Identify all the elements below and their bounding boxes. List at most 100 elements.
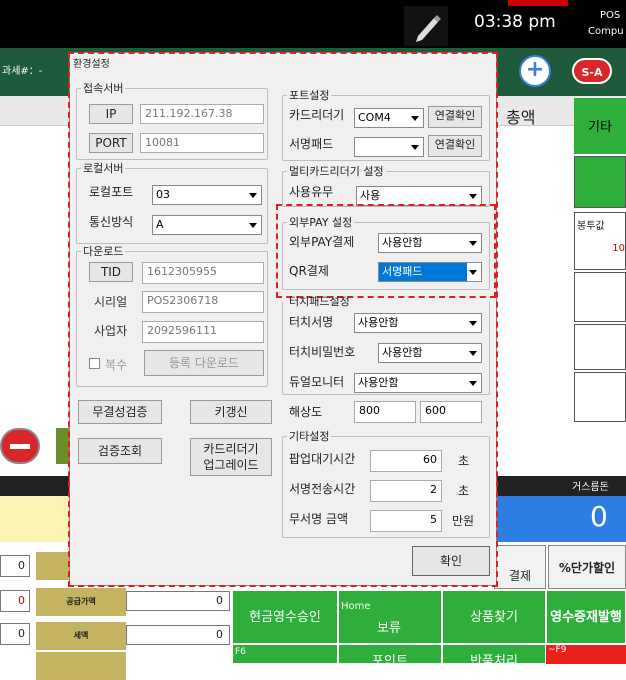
no-sign-amount-label: 무서명 금액 [289, 512, 349, 526]
multi-checkbox[interactable] [89, 358, 100, 369]
external-pay-label: 외부PAY결제 [289, 235, 355, 249]
port-button[interactable]: PORT [89, 133, 133, 153]
sign-transmit-field[interactable]: 2 [370, 480, 442, 502]
cash-receipt-button[interactable]: 현금영수승인 [232, 590, 338, 644]
tax-amount-label: 세액 [36, 622, 126, 650]
hold-label: 보류 [377, 621, 401, 636]
popup-wait-field[interactable]: 60 [370, 450, 442, 472]
tax-label: 과세#：- [2, 66, 43, 77]
left-value[interactable]: 0 [0, 623, 30, 645]
comm-mode-label: 통신방식 [89, 215, 134, 229]
remove-button[interactable] [0, 428, 40, 464]
total-header: 총액 [506, 108, 536, 127]
side-box[interactable] [574, 324, 626, 370]
external-pay-select[interactable]: 사용안함 [378, 233, 482, 253]
local-server-legend: 로컬서버 [83, 162, 124, 175]
touch-pin-label: 터치비밀번호 [289, 345, 356, 359]
verify-query-button[interactable]: 검증조회 [78, 438, 162, 464]
resolution-label: 해상도 [289, 405, 323, 419]
etc-button[interactable]: 기타 [574, 98, 626, 154]
change-label: 거스름돈 [572, 482, 609, 493]
resolution-height-field[interactable]: 600 [420, 401, 482, 423]
bag-fee-label: 봉투값 [577, 221, 605, 232]
sa-button[interactable]: S-A [572, 58, 612, 84]
percent-discount-button[interactable]: %단가할인 [548, 545, 626, 589]
sign-transmit-unit: 초 [458, 484, 470, 498]
tid-button[interactable]: TID [89, 262, 133, 282]
card-upgrade-line2: 업그레이드 [203, 458, 259, 472]
side-box[interactable] [574, 272, 626, 322]
touch-sign-select[interactable]: 사용안함 [354, 313, 482, 333]
qr-pay-select[interactable]: 서명패드 [378, 262, 482, 282]
reissue-receipt-button[interactable]: 영수증재발행 [546, 590, 626, 644]
f6-button[interactable]: F6 [232, 644, 338, 664]
qr-pay-label: QR결제 [289, 264, 329, 278]
brand-text-2: Compu [588, 26, 624, 37]
etc-legend: 기타설정 [289, 430, 330, 443]
dual-monitor-select[interactable]: 사용안함 [354, 373, 482, 393]
biz-field[interactable]: 2092596111 [142, 321, 264, 343]
f9-button[interactable]: ~F9 [546, 645, 626, 664]
multi-card-use-select[interactable]: 사용 [356, 186, 482, 206]
tid-field[interactable]: 1612305955 [142, 262, 264, 284]
no-sign-amount-unit: 만원 [452, 514, 475, 528]
touch-pad-legend: 터치패드설정 [289, 295, 350, 308]
dialog-title: 환경설정 [73, 59, 110, 70]
multi-card-use-label: 사용유무 [289, 185, 334, 199]
point-button[interactable]: 포인트 [338, 644, 442, 669]
serial-field[interactable]: POS2306718 [142, 291, 264, 313]
card-reader-port-select[interactable]: COM4 [354, 108, 424, 128]
sign-pad-port-select[interactable] [354, 137, 424, 157]
left-value[interactable]: 0 [0, 555, 30, 577]
add-button[interactable]: + [519, 55, 551, 87]
resolution-width-field[interactable]: 800 [354, 401, 416, 423]
return-button[interactable]: 반품처리 [442, 644, 546, 669]
serial-label: 시리얼 [94, 295, 128, 309]
port-settings-legend: 포트설정 [289, 89, 330, 102]
comm-mode-select[interactable]: A [152, 215, 262, 235]
olive-row [36, 652, 126, 680]
top-accent [508, 0, 568, 6]
bag-fee-box[interactable]: 봉투값 10 [574, 212, 626, 270]
integrity-check-button[interactable]: 무결성검증 [78, 400, 162, 424]
dual-monitor-label: 듀얼모니터 [289, 375, 345, 389]
card-upgrade-line1: 카드리더기 [203, 442, 259, 456]
card-reader-connect-button[interactable]: 연결확인 [428, 106, 482, 128]
card-reader-upgrade-button[interactable]: 카드리더기업그레이드 [190, 438, 272, 476]
sign-pad-connect-button[interactable]: 연결확인 [428, 135, 482, 157]
hold-button[interactable]: Home 보류 [338, 590, 442, 644]
side-box[interactable] [574, 372, 626, 422]
clock: 03:38 pm [474, 12, 556, 32]
local-port-label: 로컬포트 [89, 185, 134, 199]
register-download-button[interactable]: 등록 다운로드 [144, 350, 264, 376]
multi-card-legend: 멀티카드리더기 설정 [289, 165, 384, 178]
pay-button[interactable]: 결제 [494, 545, 546, 589]
port-field[interactable]: 10081 [140, 133, 264, 153]
local-port-select[interactable]: 03 [152, 185, 262, 205]
no-sign-amount-field[interactable]: 5 [370, 510, 442, 532]
sign-transmit-label: 서명전송시간 [289, 482, 356, 496]
ip-button[interactable]: IP [89, 104, 133, 124]
edit-icon[interactable] [404, 6, 448, 46]
find-product-button[interactable]: 상품찾기 [442, 590, 546, 644]
card-reader-label: 카드리더기 [289, 108, 345, 122]
download-legend: 다운로드 [83, 245, 124, 258]
touch-pin-select[interactable]: 사용안함 [378, 343, 482, 363]
popup-wait-unit: 초 [458, 454, 470, 468]
popup-wait-label: 팝업대기시간 [289, 452, 356, 466]
supply-amount-value[interactable]: 0 [126, 591, 230, 611]
touch-sign-label: 터치서명 [289, 315, 334, 329]
key-renew-button[interactable]: 키갱신 [190, 400, 272, 424]
tax-amount-value[interactable]: 0 [126, 625, 230, 645]
ip-field[interactable]: 211.192.167.38 [140, 104, 264, 124]
hold-key: Home [341, 601, 371, 612]
green-panel[interactable] [574, 156, 626, 208]
ok-button[interactable]: 확인 [412, 546, 490, 576]
change-value: 0 [590, 500, 608, 533]
brand-text: POS [600, 10, 621, 21]
qr-pay-value: 서명패드 [379, 263, 467, 281]
multi-label: 복수 [105, 358, 128, 372]
left-value[interactable]: 0 [0, 590, 30, 612]
f6-key: F6 [235, 647, 246, 657]
yellow-band [0, 496, 70, 542]
